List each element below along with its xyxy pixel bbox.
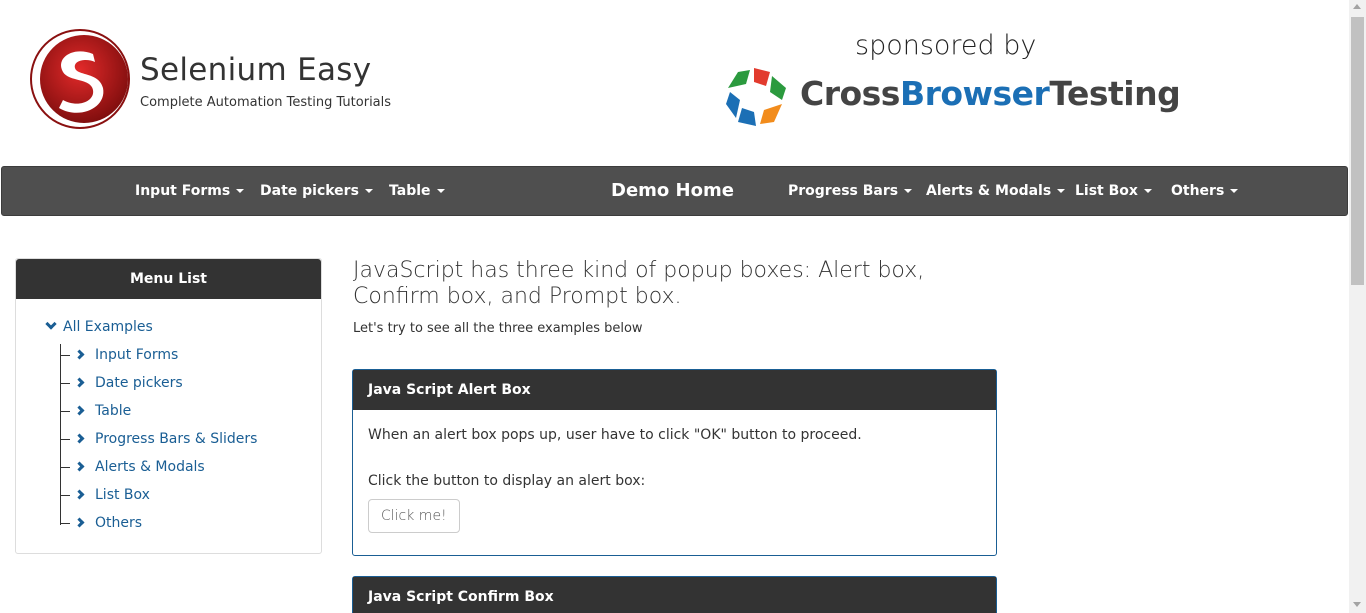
- nav-input-forms[interactable]: Input Forms: [135, 167, 245, 215]
- caret-down-icon: [364, 189, 373, 193]
- crossbrowsertesting-name: CrossBrowserTesting: [800, 74, 1181, 113]
- sidebar-item-progress-bars[interactable]: Progress Bars & Sliders: [60, 431, 257, 451]
- nav-progress-bars[interactable]: Progress Bars: [788, 167, 913, 215]
- nav-label: List Box: [1075, 183, 1138, 199]
- alert-box-panel: Java Script Alert Box When an alert box …: [352, 369, 997, 556]
- sponsor-name-part2: Browser: [899, 74, 1050, 113]
- caret-down-icon: [1143, 189, 1152, 193]
- nav-label: Alerts & Modals: [926, 183, 1052, 199]
- sponsor-name-part3: Testing: [1049, 74, 1181, 113]
- nav-list-box[interactable]: List Box: [1075, 167, 1152, 215]
- sidebar-menu: Menu List All Examples Input Forms Date …: [15, 258, 322, 554]
- sidebar-item-table[interactable]: Table: [60, 403, 131, 423]
- sidebar-item-label: Alerts & Modals: [95, 459, 205, 475]
- nav-table[interactable]: Table: [389, 167, 445, 215]
- sidebar-item-label: Input Forms: [95, 347, 179, 363]
- scroll-down-arrow-icon[interactable]: [1353, 602, 1361, 607]
- brand-title: Selenium Easy: [140, 52, 372, 88]
- sidebar-item-label: Date pickers: [95, 375, 183, 391]
- chevron-right-icon: [74, 405, 85, 415]
- sidebar-item-input-forms[interactable]: Input Forms: [60, 347, 178, 367]
- selenium-easy-logo-icon[interactable]: [29, 28, 131, 130]
- panel-title: Java Script Alert Box: [353, 370, 996, 410]
- brand-subtitle: Complete Automation Testing Tutorials: [140, 95, 392, 110]
- sponsor-name-part1: Cross: [800, 74, 900, 113]
- sidebar-item-date-pickers[interactable]: Date pickers: [60, 375, 183, 395]
- chevron-right-icon: [74, 489, 85, 499]
- chevron-right-icon: [74, 517, 85, 527]
- page-scrollbar[interactable]: [1349, 0, 1366, 613]
- page-subtitle: Let's try to see all the three examples …: [353, 321, 643, 336]
- sponsored-by-label: sponsored by: [855, 30, 1037, 61]
- sidebar-item-label: Others: [95, 515, 143, 531]
- nav-label: Others: [1171, 183, 1225, 199]
- sidebar-item-alerts-modals[interactable]: Alerts & Modals: [60, 459, 205, 479]
- nav-date-pickers[interactable]: Date pickers: [260, 167, 373, 215]
- sidebar-item-others[interactable]: Others: [60, 515, 142, 535]
- caret-down-icon: [436, 189, 445, 193]
- sidebar-item-list-box[interactable]: List Box: [60, 487, 150, 507]
- alert-instruction: Click the button to display an alert box…: [368, 473, 646, 489]
- crossbrowsertesting-logo-icon[interactable]: [724, 66, 788, 128]
- caret-down-icon: [904, 189, 913, 193]
- chevron-right-icon: [74, 377, 85, 387]
- tree-root-all-examples[interactable]: All Examples: [45, 318, 153, 335]
- sidebar-item-label: Progress Bars & Sliders: [95, 431, 258, 447]
- alert-click-me-button[interactable]: Click me!: [368, 499, 460, 533]
- chevron-down-icon: [45, 318, 57, 330]
- nav-demo-home[interactable]: Demo Home: [611, 167, 734, 215]
- sidebar-item-label: List Box: [95, 487, 150, 503]
- nav-alerts-modals[interactable]: Alerts & Modals: [926, 167, 1066, 215]
- site-header: Selenium Easy Complete Automation Testin…: [0, 0, 1349, 166]
- page-title: JavaScript has three kind of popup boxes…: [353, 258, 925, 309]
- scroll-up-arrow-icon[interactable]: [1353, 4, 1361, 9]
- sidebar-title: Menu List: [16, 259, 321, 299]
- tree-root-label: All Examples: [63, 319, 153, 335]
- caret-down-icon: [1057, 189, 1066, 193]
- panel-title: Java Script Confirm Box: [353, 577, 996, 613]
- chevron-right-icon: [74, 349, 85, 359]
- alert-description: When an alert box pops up, user have to …: [368, 427, 862, 443]
- nav-label: Table: [389, 183, 431, 199]
- caret-down-icon: [236, 189, 245, 193]
- chevron-right-icon: [74, 433, 85, 443]
- nav-label: Input Forms: [135, 183, 231, 199]
- nav-others[interactable]: Others: [1171, 167, 1239, 215]
- panel-body: When an alert box pops up, user have to …: [353, 410, 996, 548]
- caret-down-icon: [1230, 189, 1239, 193]
- sidebar-item-label: Table: [95, 403, 132, 419]
- chevron-right-icon: [74, 461, 85, 471]
- nav-label: Date pickers: [260, 183, 359, 199]
- scrollbar-thumb[interactable]: [1351, 17, 1364, 285]
- nav-label: Progress Bars: [788, 183, 899, 199]
- main-navbar: Input Forms Date pickers Table Demo Home…: [1, 166, 1348, 216]
- confirm-box-panel: Java Script Confirm Box: [352, 576, 997, 613]
